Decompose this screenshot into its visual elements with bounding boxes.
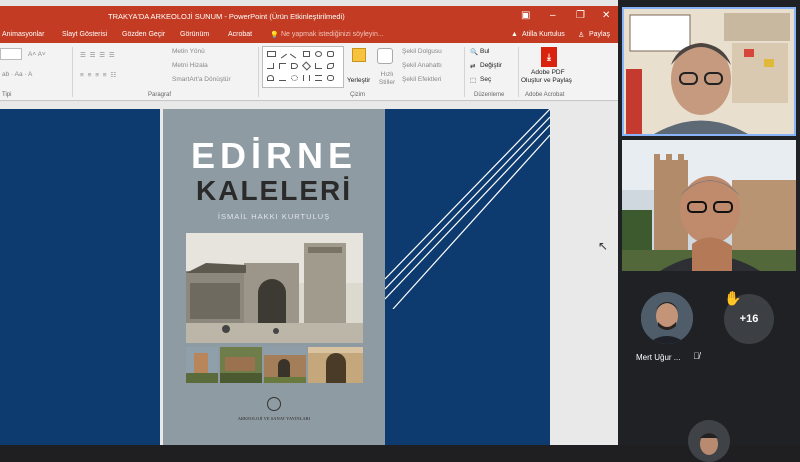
font-size-box[interactable] [0, 48, 22, 60]
shape-arrow-icon[interactable] [291, 63, 298, 69]
book-cover: EDİRNE KALELERİ İSMAİL HAKKI KURTULUŞ AR… [163, 109, 385, 445]
adobe-pdf-button[interactable]: Adobe PDF [531, 69, 565, 76]
acrobat-group-label: Adobe Acrobat [525, 92, 565, 98]
replace-icon[interactable]: ⇄ [470, 62, 475, 70]
shape-star-icon[interactable] [327, 63, 334, 69]
powerpoint-title-bar: TRAKYA'DA ARKEOLOJİ SUNUM - PowerPoint (… [0, 6, 618, 28]
publisher-logo [267, 397, 281, 411]
align-text-button[interactable]: Metni Hizala [172, 62, 208, 69]
tab-animations[interactable]: Animasyonlar [2, 31, 44, 38]
ribbon-display-icon[interactable]: ▣ [521, 10, 530, 21]
book-title-line1: EDİRNE [190, 135, 358, 176]
shape-rectangle-icon[interactable] [267, 51, 276, 57]
thumbnail-tower [186, 347, 218, 383]
maximize-icon[interactable]: ❐ [576, 10, 585, 21]
paragraph-group-label: Paragraf [148, 92, 172, 98]
slide-diagonal-lines [385, 109, 550, 309]
replace-button[interactable]: Değiştir [480, 62, 502, 69]
close-icon[interactable]: ✕ [602, 10, 610, 21]
adobe-pdf-subtitle: Oluştur ve Paylaş [521, 77, 572, 84]
shape-oval-icon[interactable] [315, 51, 322, 57]
thumbnail-arch [308, 347, 363, 383]
font-grow-icon[interactable]: A˄ A˅ [28, 51, 46, 58]
warning-icon: ▲ [511, 31, 518, 38]
text-direction-button[interactable]: Metin Yönü [172, 48, 205, 55]
tab-view[interactable]: Görünüm [180, 31, 209, 38]
castle-engraving-image [186, 233, 363, 343]
participant-avatar-partial[interactable] [688, 420, 730, 462]
book-title-line2: KALELERİ [196, 175, 352, 206]
font-color-icon[interactable]: ab · Aa · A [2, 71, 32, 78]
mic-muted-icon: 🎙̸ [693, 351, 700, 361]
shape-smiley-icon[interactable] [327, 75, 334, 81]
thumbnail-wall [264, 347, 306, 383]
shape-brace-icon[interactable] [291, 75, 298, 81]
group-divider [72, 47, 73, 97]
find-button[interactable]: Bul [480, 48, 489, 55]
adobe-pdf-icon: ⤓ [541, 47, 557, 67]
shape-line-icon[interactable] [277, 49, 288, 59]
tab-review[interactable]: Gözden Geçir [122, 31, 165, 38]
shapes-gallery[interactable] [262, 46, 344, 88]
shape-diamond-icon[interactable] [301, 61, 312, 71]
group-divider [258, 47, 259, 97]
group-divider [464, 47, 465, 97]
font-group-label: Tipi [2, 92, 12, 98]
tell-me-search[interactable]: Ne yapmak istediğinizi söyleyin... [281, 31, 384, 38]
participant-tile-castle-bg[interactable] [622, 140, 796, 271]
arrange-button[interactable]: Yerleştir [347, 77, 370, 84]
ribbon-tabs: Animasyonlar Slayt Gösterisi Gözden Geçi… [0, 28, 618, 43]
user-name[interactable]: Atilla Kurtulus [522, 31, 565, 38]
shape-rounded-rect-icon[interactable] [327, 51, 334, 57]
window-title: TRAKYA'DA ARKEOLOJİ SUNUM - PowerPoint (… [108, 12, 345, 21]
drawing-group-label: Çizim [350, 92, 365, 98]
tab-acrobat[interactable]: Acrobat [228, 31, 252, 38]
shape-curve-icon[interactable] [279, 75, 286, 81]
participant-name: Mert Uğur ... [636, 353, 681, 362]
thumbnail-ruins [220, 347, 262, 383]
shape-fill-button[interactable]: Şekil Dolgusu [402, 48, 442, 55]
smartart-button[interactable]: SmartArt'a Dönüştür [172, 76, 231, 83]
person-icon: ♙ [578, 32, 585, 39]
find-icon[interactable]: 🔍 [470, 48, 478, 56]
arrange-icon [352, 48, 366, 62]
tab-slideshow[interactable]: Slayt Gösterisi [62, 31, 107, 38]
shape-angle-icon[interactable] [315, 63, 322, 69]
minimize-icon[interactable]: – [550, 10, 556, 21]
shape-corner-icon[interactable] [279, 63, 286, 69]
book-publisher: ARKEOLOJİ VE SANAT YAYINLARI [237, 416, 311, 421]
raised-hand-icon: ✋ [724, 290, 742, 306]
shape-effects-button[interactable]: Şekil Efektleri [402, 76, 441, 83]
book-author: İSMAİL HAKKI KURTULUŞ [217, 212, 331, 221]
editing-group-label: Düzenleme [474, 92, 505, 98]
share-button[interactable]: Paylaş [589, 31, 610, 38]
quick-styles-button[interactable]: Hızlı Stiller [375, 71, 399, 87]
shape-line-icon[interactable] [289, 49, 300, 59]
mouse-cursor-icon: ↖ [598, 239, 609, 253]
align-buttons-icon[interactable]: ≡ ≡ ≡ ≡ ☷ [80, 71, 117, 79]
shape-square-icon[interactable] [303, 51, 310, 57]
shape-bracket-icon[interactable] [303, 75, 310, 81]
slide-thumbnail-pane [0, 109, 160, 445]
quick-styles-icon [377, 48, 393, 64]
shape-outline-button[interactable]: Şekil Anahattı [402, 62, 442, 69]
screen-share: TRAKYA'DA ARKEOLOJİ SUNUM - PowerPoint (… [0, 0, 618, 445]
select-button[interactable]: Seç [480, 76, 491, 83]
lightbulb-icon: 💡 [270, 32, 279, 39]
select-icon[interactable]: ⬚ [470, 76, 476, 84]
shape-arc-icon[interactable] [267, 75, 274, 81]
list-buttons-icon[interactable]: ☰ ☰ ☰ ☰ [80, 51, 116, 59]
participant-tile-speaker[interactable] [622, 7, 796, 136]
group-divider [518, 47, 519, 97]
shape-triangle-icon[interactable] [267, 63, 274, 69]
participant-avatar[interactable] [641, 292, 693, 344]
shape-equal-icon[interactable] [315, 75, 322, 81]
